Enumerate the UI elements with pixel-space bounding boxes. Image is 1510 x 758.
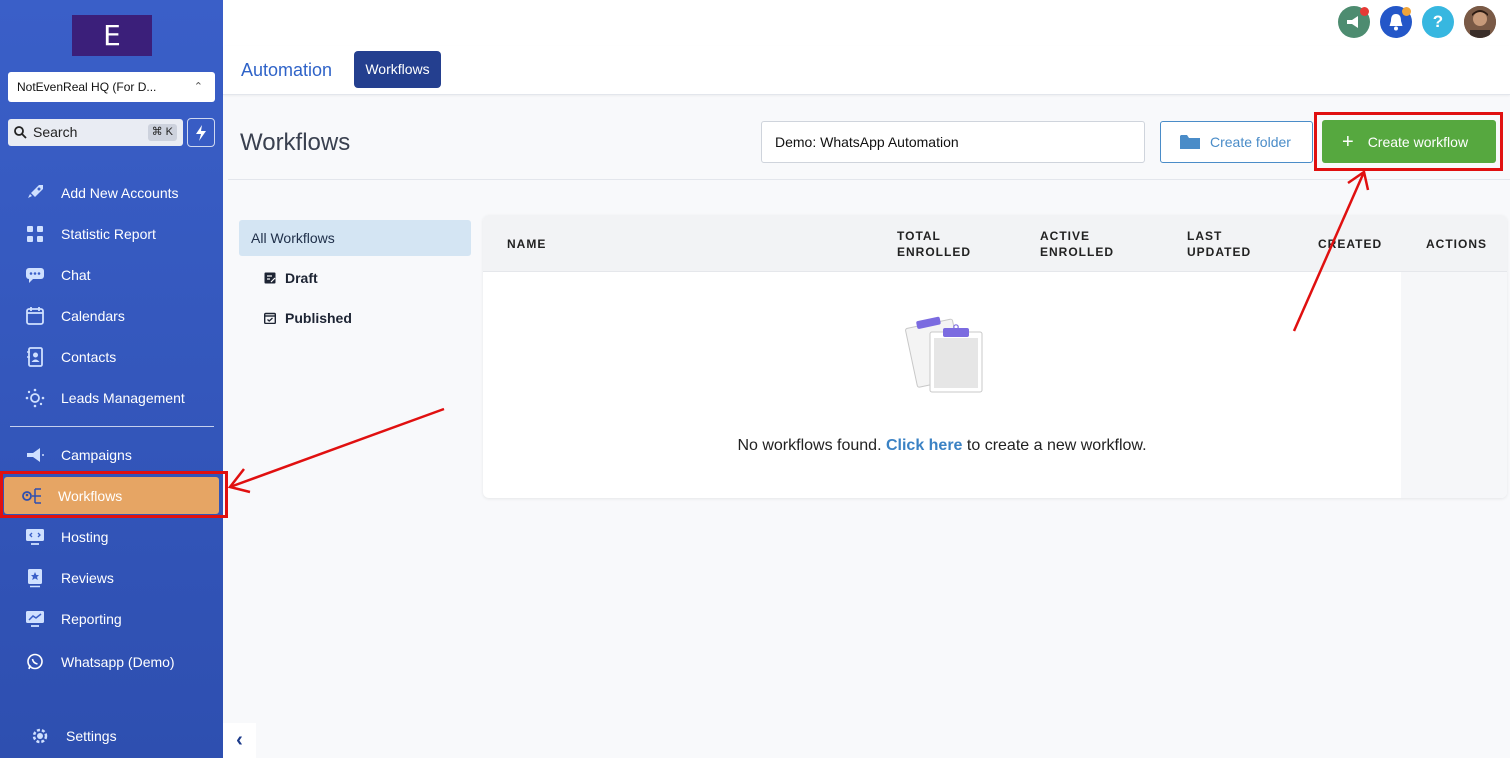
account-name: NotEvenReal HQ (For D... [17,80,157,94]
sidebar-item-label: Leads Management [61,390,185,406]
sidebar-item-label: Reviews [61,570,114,586]
sidebar-item-chat[interactable]: Chat [0,258,223,292]
sidebar-search[interactable]: Search ⌘ K [8,119,183,146]
header-text: TOTAL [897,229,941,243]
hosting-icon [24,526,46,548]
sidebar-item-label: Campaigns [61,447,132,463]
header-text: UPDATED [1187,245,1252,259]
reviews-icon [24,567,46,589]
column-actions: ACTIONS [1426,237,1487,251]
sidebar-item-label: Chat [61,267,91,283]
account-switcher[interactable]: NotEvenReal HQ (For D... ⌃ [8,72,215,102]
chat-icon [24,264,46,286]
filter-draft[interactable]: Draft [264,270,318,286]
help-button[interactable]: ? [1422,6,1454,38]
empty-text-suffix: to create a new workflow. [962,437,1147,454]
megaphone-icon [24,444,46,466]
column-last-updated[interactable]: LAST UPDATED [1187,228,1251,260]
sidebar-item-whatsapp-demo[interactable]: Whatsapp (Demo) [0,645,223,679]
bell-icon [1389,14,1403,31]
header-text: ENROLLED [897,245,971,259]
search-icon [14,126,27,139]
sidebar-item-campaigns[interactable]: Campaigns [0,438,223,472]
calendar-check-icon [264,312,276,324]
annotation-highlight-box [0,471,228,518]
user-photo [1464,6,1496,38]
tab-automation[interactable]: Automation [241,60,332,81]
sidebar-item-statistic-report[interactable]: Statistic Report [0,217,223,251]
create-folder-button[interactable]: Create folder [1160,121,1313,163]
table-header: NAME TOTAL ENROLLED ACTIVE ENROLLED LAST… [483,215,1507,272]
calendar-icon [24,305,46,327]
reporting-icon [24,608,46,630]
sidebar-item-hosting[interactable]: Hosting [0,520,223,554]
filter-all-workflows[interactable]: All Workflows [239,220,471,256]
empty-state-message: No workflows found. Click here to create… [483,437,1401,455]
draft-icon [264,272,276,284]
column-active-enrolled[interactable]: ACTIVE ENROLLED [1040,228,1114,260]
bolt-icon [196,125,206,141]
settings-label: Settings [66,728,117,744]
header-text: ACTIVE [1040,229,1091,243]
contacts-icon [24,346,46,368]
gear-icon [29,725,51,747]
workflows-table: NAME TOTAL ENROLLED ACTIVE ENROLLED LAST… [483,215,1507,498]
logo[interactable]: E [72,15,152,56]
sidebar-item-contacts[interactable]: Contacts [0,340,223,374]
sidebar-item-label: Add New Accounts [61,185,179,201]
sidebar-item-reviews[interactable]: Reviews [0,561,223,595]
sidebar-divider [10,426,214,427]
chevron-updown-icon: ⌃ [193,81,203,93]
workflow-search-input[interactable]: Demo: WhatsApp Automation [761,121,1145,163]
sidebar-item-label: Statistic Report [61,226,156,242]
sidebar-item-label: Whatsapp (Demo) [61,654,175,670]
notification-dot [1360,7,1369,16]
help-icon: ? [1432,12,1444,31]
sidebar-item-label: Reporting [61,611,122,627]
page-title: Workflows [240,129,351,156]
sidebar-item-add-new-accounts[interactable]: Add New Accounts [0,176,223,210]
sidebar-item-label: Hosting [61,529,109,545]
column-created[interactable]: CREATED [1318,236,1382,252]
sub-navigation: Automation Workflows [223,46,1510,95]
sidebar-item-label: Calendars [61,308,125,324]
filter-published[interactable]: Published [264,310,352,326]
notification-dot [1402,7,1411,16]
search-label: Search [33,124,78,140]
filter-label: Published [285,310,352,326]
sidebar-item-leads-management[interactable]: Leads Management [0,381,223,415]
megaphone-icon [1347,16,1358,28]
empty-text-prefix: No workflows found. [737,437,886,454]
tab-workflows[interactable]: Workflows [354,51,441,88]
quick-actions-button[interactable] [187,118,215,147]
sidebar-item-reporting[interactable]: Reporting [0,602,223,636]
sidebar-item-settings[interactable]: Settings [0,719,223,753]
top-bar: ? [223,0,1510,46]
collapse-sidebar-button[interactable]: ‹ [223,723,256,758]
grid-icon [24,223,46,245]
column-total-enrolled[interactable]: TOTAL ENROLLED [897,228,971,260]
header-text: LAST [1187,229,1223,243]
notifications-button[interactable] [1380,6,1412,38]
sidebar-item-label: Contacts [61,349,117,365]
leads-icon [24,387,46,409]
annotation-arrow-workflows [227,407,445,494]
filter-label: Draft [285,270,318,286]
column-name[interactable]: NAME [507,236,546,252]
shortcut-badge: ⌘ K [147,124,177,141]
create-workflow-link[interactable]: Click here [886,437,962,454]
empty-clipboard-illustration [905,316,983,393]
avatar[interactable] [1464,6,1496,38]
whatsapp-icon [24,651,46,673]
folder-icon [1180,135,1200,149]
announcements-button[interactable] [1338,6,1370,38]
create-folder-label: Create folder [1210,134,1291,150]
annotation-highlight-box [1314,112,1503,171]
header-text: ENROLLED [1040,245,1114,259]
sidebar-item-calendars[interactable]: Calendars [0,299,223,333]
actions-column [1401,272,1507,498]
rocket-icon [24,182,46,204]
header-divider [228,179,1510,180]
